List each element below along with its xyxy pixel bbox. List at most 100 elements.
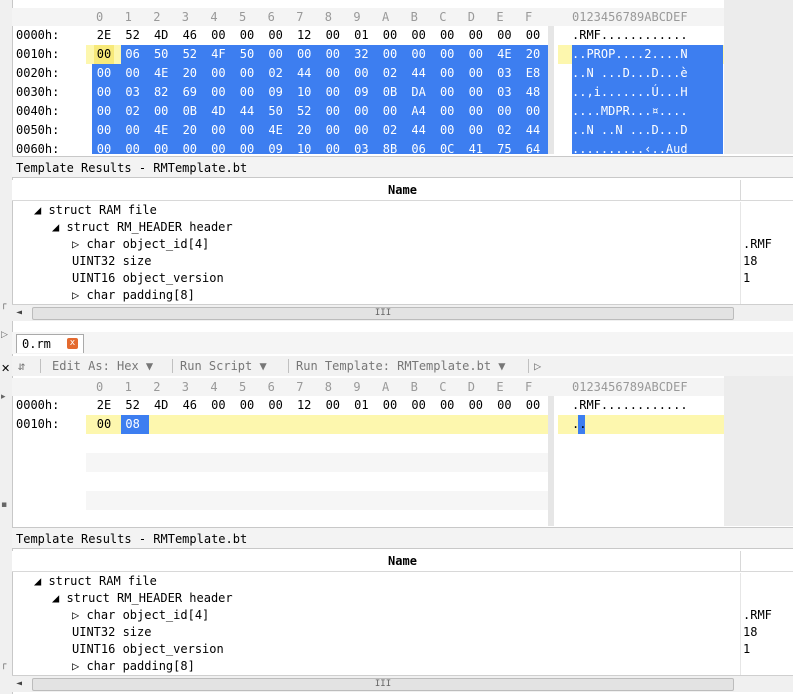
- hex-byte[interactable]: 00: [237, 83, 257, 102]
- hex-byte[interactable]: 00: [208, 26, 228, 45]
- hex-byte[interactable]: 01: [351, 396, 371, 415]
- hex-byte[interactable]: 82: [151, 83, 171, 102]
- ascii-text[interactable]: ..: [558, 415, 723, 434]
- scroll-left-arrow-icon[interactable]: ◄: [16, 305, 22, 321]
- hex-byte[interactable]: 00: [437, 26, 457, 45]
- hex-byte[interactable]: 02: [266, 64, 286, 83]
- hex-byte[interactable]: 00: [151, 140, 171, 154]
- hex-byte[interactable]: 03: [351, 140, 371, 154]
- hex-byte[interactable]: 00: [323, 102, 343, 121]
- hex-byte[interactable]: 00: [409, 26, 429, 45]
- ascii-text[interactable]: ..........‹..Aud: [558, 140, 723, 154]
- template-row[interactable]: ◢ struct RAM file: [12, 202, 793, 219]
- hex-byte[interactable]: 00: [94, 415, 114, 434]
- hex-byte[interactable]: 00: [437, 45, 457, 64]
- scroll-thumb[interactable]: III: [32, 678, 734, 691]
- hex-byte[interactable]: 09: [266, 83, 286, 102]
- hex-byte[interactable]: 02: [494, 121, 514, 140]
- hex-row[interactable]: 0020h: 00 00 4E 20 00 00 02 44 00 00 02 44 00 00 03 E8..…: [12, 64, 793, 83]
- hex-byte[interactable]: 00: [323, 396, 343, 415]
- hex-byte[interactable]: 4E: [494, 45, 514, 64]
- hex-byte[interactable]: 00: [208, 140, 228, 154]
- hex-byte[interactable]: 00: [466, 121, 486, 140]
- hex-byte[interactable]: 0C: [437, 140, 457, 154]
- hex-byte[interactable]: 4E: [151, 121, 171, 140]
- hex-byte[interactable]: 50: [237, 45, 257, 64]
- hex-row[interactable]: 0000h: 2E 52 4D 46 00 00 00 12 00 01 00 00 00 00 00 00 .R…: [12, 396, 793, 415]
- hex-byte[interactable]: 02: [123, 102, 143, 121]
- hex-byte[interactable]: 00: [266, 26, 286, 45]
- close-tab-icon[interactable]: x: [67, 338, 78, 349]
- hex-byte[interactable]: 52: [180, 45, 200, 64]
- name-column-header[interactable]: Name: [12, 551, 793, 572]
- hex-byte[interactable]: 00: [208, 64, 228, 83]
- hex-byte[interactable]: 00: [323, 140, 343, 154]
- hex-byte[interactable]: 0B: [180, 102, 200, 121]
- hex-byte[interactable]: 41: [466, 140, 486, 154]
- hex-byte[interactable]: 4D: [151, 26, 171, 45]
- hex-byte[interactable]: 00: [237, 26, 257, 45]
- hex-byte[interactable]: 00: [94, 140, 114, 154]
- hex-byte[interactable]: 00: [208, 396, 228, 415]
- hex-row[interactable]: 0060h: 00 00 00 00 00 00 09 10 00 03 8B 06 0C 41 75 64..…: [12, 140, 793, 154]
- hex-byte[interactable]: 00: [123, 64, 143, 83]
- hex-byte[interactable]: 4D: [151, 396, 171, 415]
- hex-byte[interactable]: 00: [466, 396, 486, 415]
- hex-byte[interactable]: 00: [437, 64, 457, 83]
- scroll-thumb[interactable]: III: [32, 307, 734, 320]
- hex-byte[interactable]: 03: [123, 83, 143, 102]
- hex-byte[interactable]: 12: [294, 396, 314, 415]
- hex-byte[interactable]: 00: [151, 102, 171, 121]
- hex-byte[interactable]: 00: [294, 45, 314, 64]
- hex-byte[interactable]: 00: [94, 45, 114, 64]
- ascii-text[interactable]: ..N ...D...D...è: [558, 64, 723, 83]
- close-icon[interactable]: ✕: [1, 362, 10, 375]
- hex-byte[interactable]: 00: [180, 140, 200, 154]
- hex-byte[interactable]: 00: [437, 102, 457, 121]
- hex-byte[interactable]: 00: [266, 396, 286, 415]
- hex-byte[interactable]: 8B: [380, 140, 400, 154]
- hex-byte[interactable]: 00: [123, 121, 143, 140]
- hex-byte[interactable]: 00: [94, 83, 114, 102]
- hex-byte[interactable]: 00: [94, 121, 114, 140]
- hex-byte[interactable]: 12: [294, 26, 314, 45]
- hex-byte[interactable]: 00: [323, 26, 343, 45]
- hex-byte[interactable]: 48: [523, 83, 543, 102]
- hex-byte[interactable]: 00: [323, 45, 343, 64]
- hex-byte[interactable]: 00: [380, 45, 400, 64]
- template-row[interactable]: UINT16 object_version 1: [12, 641, 793, 658]
- hex-byte[interactable]: 03: [494, 64, 514, 83]
- hex-byte[interactable]: 09: [351, 83, 371, 102]
- hex-byte[interactable]: 00: [466, 64, 486, 83]
- hex-byte[interactable]: 4D: [208, 102, 228, 121]
- hex-byte[interactable]: 20: [180, 64, 200, 83]
- hex-byte[interactable]: 00: [351, 102, 371, 121]
- template-row[interactable]: UINT32 size 18: [12, 253, 793, 270]
- hex-byte[interactable]: 4F: [208, 45, 228, 64]
- run-template-dropdown[interactable]: Run Template: RMTemplate.bt ▼: [296, 356, 506, 376]
- hex-byte[interactable]: 00: [466, 102, 486, 121]
- template-row[interactable]: ◢ struct RM_HEADER header: [12, 590, 793, 607]
- template-row[interactable]: ▷ char object_id[4] .RMF: [12, 607, 793, 624]
- hex-byte[interactable]: 44: [409, 64, 429, 83]
- hex-byte[interactable]: 2E: [94, 396, 114, 415]
- hex-byte[interactable]: 00: [380, 26, 400, 45]
- hex-byte[interactable]: 20: [180, 121, 200, 140]
- hex-byte[interactable]: 01: [351, 26, 371, 45]
- hex-byte[interactable]: 50: [151, 45, 171, 64]
- hex-byte[interactable]: 00: [437, 396, 457, 415]
- hex-byte[interactable]: 00: [237, 396, 257, 415]
- hex-byte[interactable]: 44: [523, 121, 543, 140]
- hex-byte[interactable]: 06: [409, 140, 429, 154]
- toolbar-options-icon[interactable]: ⇵: [18, 356, 25, 376]
- template-row[interactable]: ▷ char padding[8]: [12, 287, 793, 304]
- tab-0-rm[interactable]: 0.rm x: [16, 334, 84, 353]
- hex-byte[interactable]: 00: [466, 26, 486, 45]
- hex-byte[interactable]: 00: [237, 140, 257, 154]
- template-row[interactable]: ▷ char object_id[4] .RMF: [12, 236, 793, 253]
- hex-byte[interactable]: 00: [323, 83, 343, 102]
- horizontal-scrollbar[interactable]: ◄ III: [12, 675, 793, 692]
- hex-byte[interactable]: 00: [351, 64, 371, 83]
- hex-byte[interactable]: 10: [294, 83, 314, 102]
- hex-byte[interactable]: E8: [523, 64, 543, 83]
